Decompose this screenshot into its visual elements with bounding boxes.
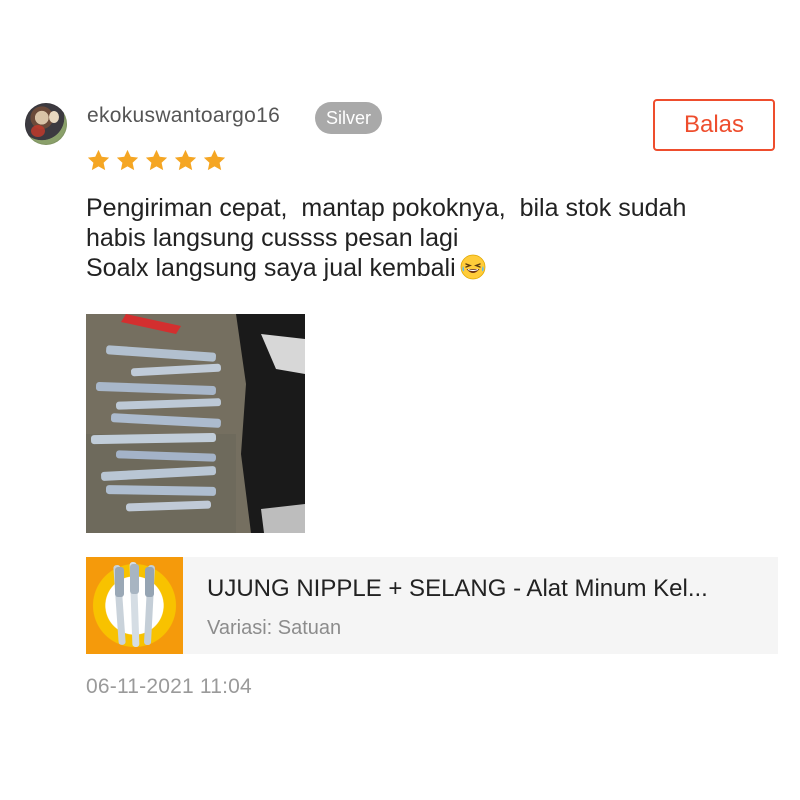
star-icon [87, 149, 110, 171]
review-timestamp: 06-11-2021 11:04 [86, 675, 252, 698]
avatar-detail [49, 111, 59, 123]
member-tier-badge: Silver [315, 102, 383, 134]
product-thumbnail-image [113, 561, 155, 647]
product-name[interactable]: UJUNG NIPPLE + SELANG - Alat Minum Kel..… [207, 575, 757, 603]
star-icon [116, 149, 139, 171]
review-line: habis langsung cussss pesan lagi [86, 224, 459, 252]
variation-value: Satuan [277, 617, 342, 639]
review-line: Soalx langsung saya jual kembali [86, 253, 776, 283]
reviewer-username[interactable]: ekokuswantoargo16 [87, 104, 280, 128]
review-line: Pengiriman cepat, mantap pokoknya, bila … [86, 194, 687, 222]
variation-label: Variasi: [207, 617, 273, 639]
product-variation: Variasi: Satuan [207, 617, 341, 640]
star-icon [203, 149, 226, 171]
review-photo[interactable] [86, 314, 305, 533]
review-photo-image [86, 314, 305, 533]
user-avatar[interactable] [25, 103, 67, 145]
star-rating [86, 148, 227, 173]
avatar-detail [31, 125, 45, 137]
review-text: Pengiriman cepat, mantap pokoknya, bila … [86, 193, 776, 283]
grinning-squinting-face-with-tears-icon [460, 254, 486, 280]
star-icon [145, 149, 168, 171]
star-icon [174, 149, 197, 171]
product-card[interactable]: UJUNG NIPPLE + SELANG - Alat Minum Kel..… [86, 557, 778, 654]
review-line-text: Soalx langsung saya jual kembali [86, 254, 456, 282]
reply-button[interactable]: Balas [653, 99, 775, 151]
product-thumbnail [86, 557, 183, 654]
